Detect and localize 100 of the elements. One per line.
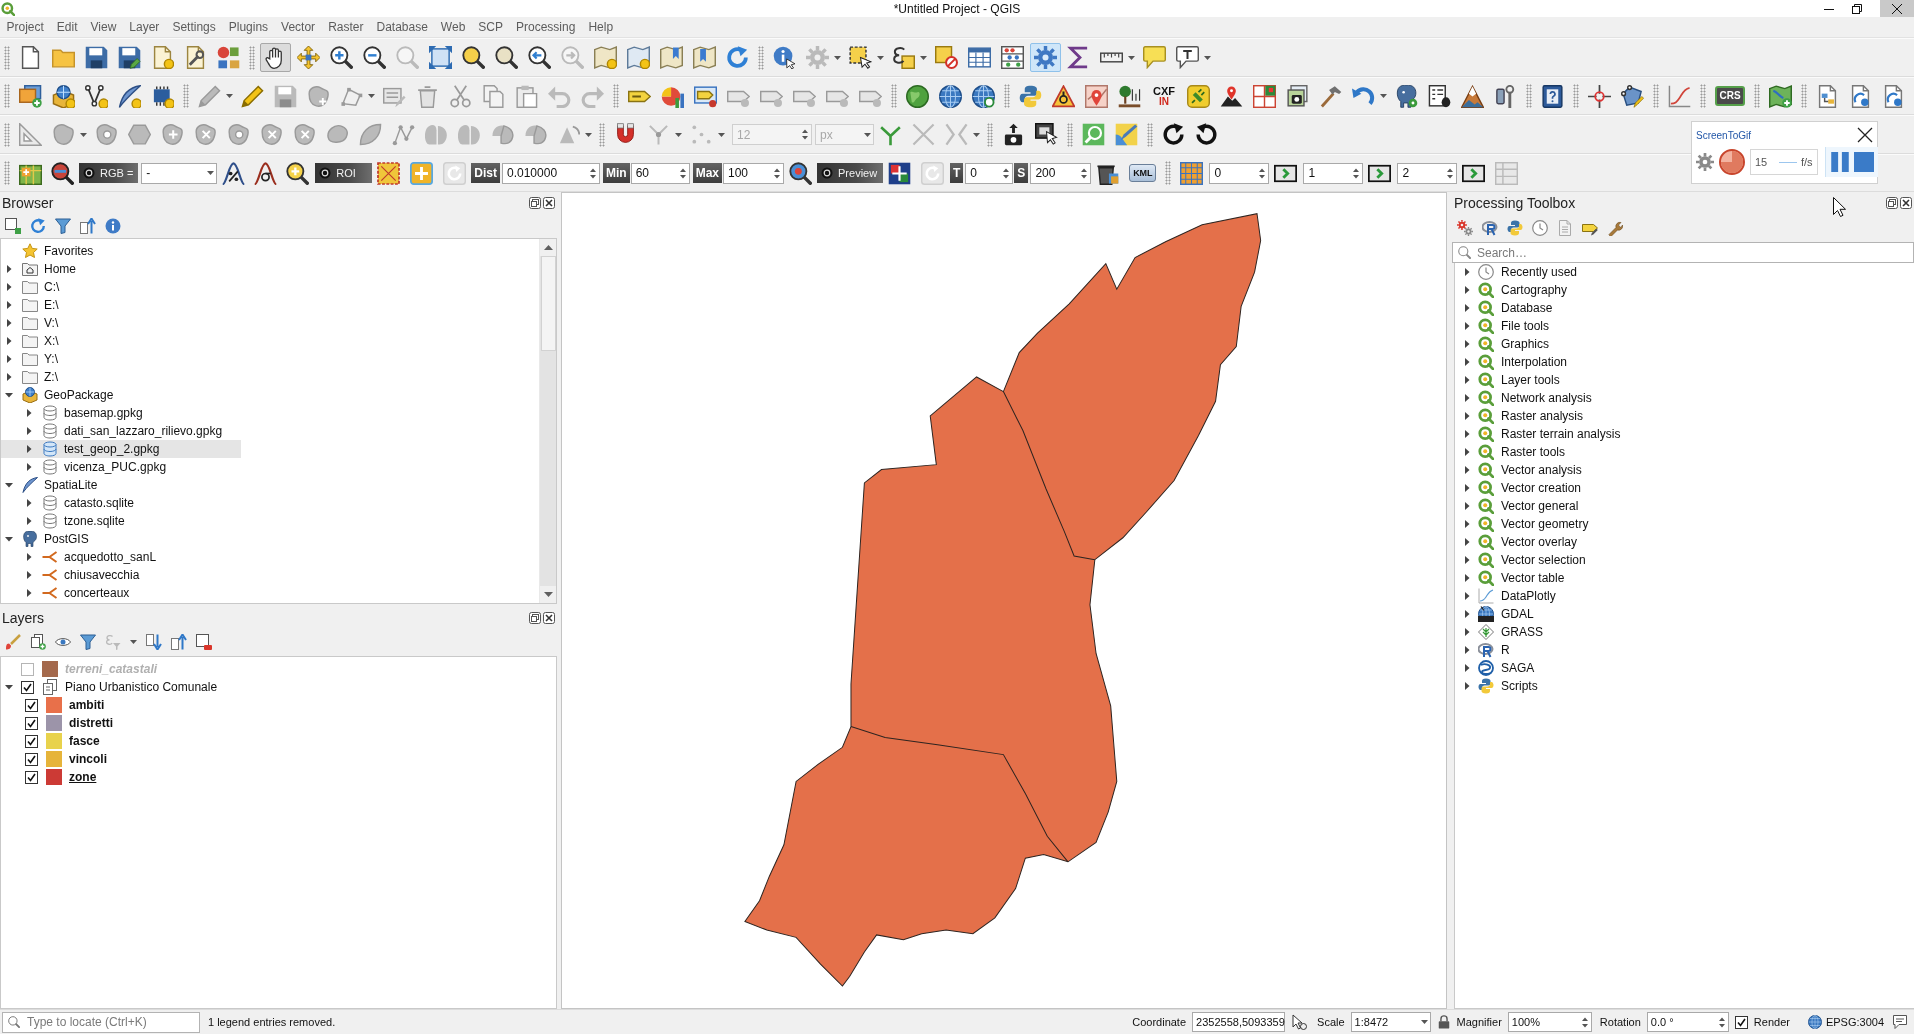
menu-item[interactable]: View bbox=[84, 18, 123, 36]
spin-arrows-icon[interactable] bbox=[1352, 166, 1361, 180]
percent-curve-icon[interactable] bbox=[221, 161, 245, 185]
toolbar-grip[interactable] bbox=[758, 45, 764, 70]
provider-item[interactable]: GRASS bbox=[1455, 623, 1549, 641]
zoom-in-icon[interactable] bbox=[285, 161, 309, 185]
provider-item[interactable]: R bbox=[1455, 641, 1516, 659]
menu-item[interactable]: Project bbox=[0, 18, 51, 36]
sum-icon[interactable] bbox=[1067, 46, 1090, 69]
caret-icon[interactable] bbox=[585, 132, 592, 137]
caret-right-icon[interactable] bbox=[1463, 484, 1471, 492]
window-close-button[interactable] bbox=[1880, 0, 1914, 17]
toolbar-grip[interactable] bbox=[183, 84, 189, 108]
close-icon[interactable] bbox=[1857, 127, 1873, 143]
file-sync-icon[interactable] bbox=[1849, 84, 1872, 108]
mountain-marker-icon[interactable] bbox=[1220, 84, 1243, 108]
layer-name[interactable]: ambiti bbox=[69, 698, 105, 712]
step-spinbox[interactable]: 0 bbox=[1209, 162, 1270, 184]
spin-arrows-icon[interactable] bbox=[1717, 1015, 1726, 1029]
layer-name[interactable]: distretti bbox=[69, 716, 113, 730]
cxf-import-button[interactable]: CXF IN bbox=[1151, 83, 1177, 109]
move-arrows-icon[interactable] bbox=[297, 46, 320, 69]
caret-right-icon[interactable] bbox=[1463, 358, 1471, 366]
caret-right-icon[interactable] bbox=[1463, 502, 1471, 510]
browser-item[interactable]: Z:\ bbox=[1, 368, 64, 386]
table-icon[interactable] bbox=[968, 46, 991, 69]
caret-icon[interactable] bbox=[675, 132, 682, 137]
close-icon[interactable] bbox=[543, 612, 555, 624]
close-icon[interactable] bbox=[1892, 3, 1902, 14]
caret-right-icon[interactable] bbox=[1463, 430, 1471, 438]
toolbar-grip[interactable] bbox=[4, 84, 10, 108]
collapse-all-icon[interactable] bbox=[80, 218, 96, 234]
refresh-icon[interactable] bbox=[30, 218, 46, 234]
rotate-clockwise-icon[interactable] bbox=[1162, 123, 1185, 146]
terrain-icon[interactable] bbox=[1461, 84, 1484, 108]
toolbar-grip[interactable] bbox=[249, 45, 255, 70]
info-icon[interactable] bbox=[105, 218, 121, 234]
new-file-icon[interactable] bbox=[19, 46, 42, 69]
rotate-counterclockwise-icon[interactable] bbox=[1195, 123, 1218, 146]
s-spinbox[interactable]: 200 bbox=[1030, 162, 1092, 184]
locate-field[interactable]: Type to locate (Ctrl+K) bbox=[2, 1011, 200, 1033]
caret-right-icon[interactable] bbox=[25, 553, 33, 561]
provider-item[interactable]: Vector geometry bbox=[1455, 515, 1595, 533]
restore-icon[interactable] bbox=[1852, 3, 1862, 14]
provider-item[interactable]: GDAL bbox=[1455, 605, 1540, 623]
caret-right-icon[interactable] bbox=[1463, 556, 1471, 564]
provider-item[interactable]: File tools bbox=[1455, 317, 1556, 335]
provider-item[interactable]: Recently used bbox=[1455, 263, 1584, 281]
diagram-icon[interactable] bbox=[661, 84, 684, 108]
caret-right-icon[interactable] bbox=[25, 589, 33, 597]
caret-right-icon[interactable] bbox=[1463, 322, 1471, 330]
visibility-checkbox[interactable] bbox=[21, 680, 34, 694]
save-as-icon[interactable] bbox=[118, 46, 141, 69]
fps-field[interactable]: 15 f/s bbox=[1750, 149, 1818, 175]
provider-item[interactable]: Interpolation bbox=[1455, 353, 1574, 371]
browser-item[interactable]: concerteaux bbox=[1, 584, 136, 602]
filter-icon[interactable] bbox=[80, 634, 96, 650]
menu-item[interactable]: Web bbox=[434, 18, 472, 36]
line-chart-icon[interactable] bbox=[1668, 84, 1691, 108]
max-spinbox[interactable]: 100 bbox=[723, 162, 784, 184]
expand-all-icon[interactable] bbox=[146, 634, 162, 650]
browser-item[interactable]: PostGIS bbox=[1, 530, 95, 548]
tree-icon[interactable] bbox=[1118, 84, 1141, 108]
visibility-checkbox[interactable] bbox=[25, 716, 38, 730]
menu-item[interactable]: Plugins bbox=[222, 18, 275, 36]
kml-button[interactable]: KML bbox=[1129, 164, 1157, 182]
zoom-in-icon[interactable] bbox=[330, 46, 353, 69]
paint-brush-icon[interactable] bbox=[5, 634, 21, 650]
refresh-icon[interactable] bbox=[726, 46, 749, 69]
plug-icon[interactable] bbox=[1187, 84, 1210, 108]
caret-right-icon[interactable] bbox=[1463, 466, 1471, 474]
spin-arrows-icon[interactable] bbox=[1580, 1015, 1589, 1029]
caret-icon[interactable] bbox=[1380, 94, 1387, 98]
provider-item[interactable]: Raster tools bbox=[1455, 443, 1572, 461]
browser-item[interactable]: vicenza_PUC.gpkg bbox=[1, 458, 173, 476]
menu-item[interactable]: Processing bbox=[509, 18, 582, 36]
polygon-tool-icon[interactable] bbox=[194, 123, 217, 146]
caret-down-icon[interactable] bbox=[5, 481, 13, 489]
caret-right-icon[interactable] bbox=[25, 445, 33, 453]
scroll-up-icon[interactable] bbox=[543, 245, 553, 250]
pause-icon[interactable] bbox=[1829, 152, 1850, 172]
warning-triangle-icon[interactable] bbox=[1052, 84, 1075, 108]
abacus-icon[interactable] bbox=[1001, 46, 1024, 69]
undo-arrow-icon[interactable] bbox=[1352, 84, 1375, 108]
provider-item[interactable]: Cartography bbox=[1455, 281, 1574, 299]
dots-icon[interactable] bbox=[690, 123, 713, 146]
crs-button[interactable]: CRS bbox=[1715, 86, 1745, 106]
sigma-curve-icon[interactable] bbox=[253, 161, 277, 185]
browser-item[interactable]: Favorites bbox=[1, 242, 100, 260]
help-book-icon[interactable] bbox=[1541, 84, 1564, 108]
caret-right-icon[interactable] bbox=[1463, 646, 1471, 654]
caret-right-icon[interactable] bbox=[1463, 376, 1471, 384]
caret-icon[interactable] bbox=[834, 55, 841, 60]
menu-item[interactable]: Settings bbox=[165, 18, 223, 36]
caret-icon[interactable] bbox=[226, 94, 233, 98]
node-tree-icon[interactable] bbox=[647, 123, 670, 146]
feather-icon[interactable] bbox=[118, 84, 141, 108]
speech-bubble-icon[interactable] bbox=[1143, 46, 1166, 69]
layers-add-icon[interactable] bbox=[19, 84, 42, 108]
min-spinbox[interactable]: 60 bbox=[630, 162, 690, 184]
